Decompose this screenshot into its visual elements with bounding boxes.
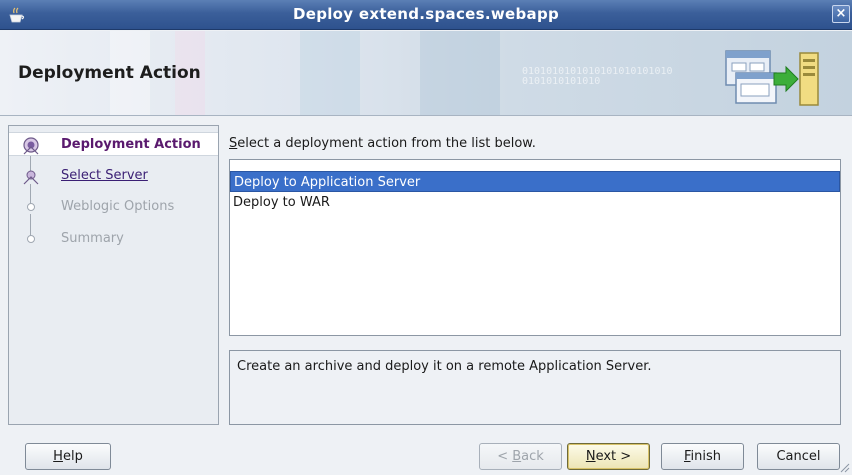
list-item[interactable]: Deploy to WAR — [230, 192, 840, 213]
button-label: ack — [521, 449, 544, 464]
window-title: Deploy extend.spaces.webapp — [292, 5, 560, 23]
instruction-label: Select a deployment action from the list… — [229, 136, 536, 151]
finish-button[interactable]: Finish — [661, 443, 744, 470]
button-label: ext > — [595, 449, 632, 464]
next-button[interactable]: Next > — [567, 443, 650, 470]
mnemonic: N — [585, 449, 596, 464]
step-label: Deployment Action — [61, 137, 201, 152]
button-label: elp — [62, 449, 83, 464]
wizard-header: Deployment Action 0101010101010101010101… — [0, 31, 852, 116]
action-description: Create an archive and deploy it on a rem… — [229, 350, 841, 425]
wizard-steps-panel: Deployment Action Select Server Weblogic… — [8, 125, 219, 425]
help-button[interactable]: Help — [25, 443, 111, 470]
deployment-action-list[interactable]: Deploy to Application Server Deploy to W… — [229, 159, 841, 336]
step-weblogic-options: Weblogic Options — [9, 195, 218, 219]
mnemonic: B — [512, 449, 522, 464]
close-icon[interactable]: × — [832, 5, 850, 23]
deploy-to-server-icon — [725, 50, 819, 106]
page-title: Deployment Action — [18, 63, 201, 83]
step-deployment-action[interactable]: Deployment Action — [9, 132, 218, 156]
disabled-step-icon — [27, 235, 35, 243]
description-text: Create an archive and deploy it on a rem… — [237, 359, 652, 374]
mnemonic: H — [53, 449, 63, 464]
header-stripe — [300, 31, 360, 115]
resize-grip-icon[interactable] — [840, 463, 850, 473]
active-step-icon — [23, 137, 39, 155]
step-summary: Summary — [9, 227, 218, 251]
disabled-step-icon — [27, 203, 35, 211]
header-stripe — [420, 31, 500, 115]
step-label[interactable]: Select Server — [61, 168, 148, 183]
pending-step-icon — [23, 170, 39, 185]
button-label: Cancel — [776, 449, 821, 464]
button-label: inish — [690, 449, 722, 464]
step-label: Weblogic Options — [61, 199, 175, 214]
instruction-text: elect a deployment action from the list … — [237, 136, 536, 151]
step-select-server[interactable]: Select Server — [9, 164, 218, 188]
step-label: Summary — [61, 231, 124, 246]
title-bar: Deploy extend.spaces.webapp × — [0, 0, 852, 30]
binary-decoration: 0101010101010101010101010 0101010101010 — [522, 66, 673, 87]
back-button[interactable]: < Back — [479, 443, 562, 470]
list-item[interactable]: Deploy to Application Server — [230, 171, 840, 192]
cancel-button[interactable]: Cancel — [757, 443, 840, 470]
button-label: < — [497, 449, 513, 464]
